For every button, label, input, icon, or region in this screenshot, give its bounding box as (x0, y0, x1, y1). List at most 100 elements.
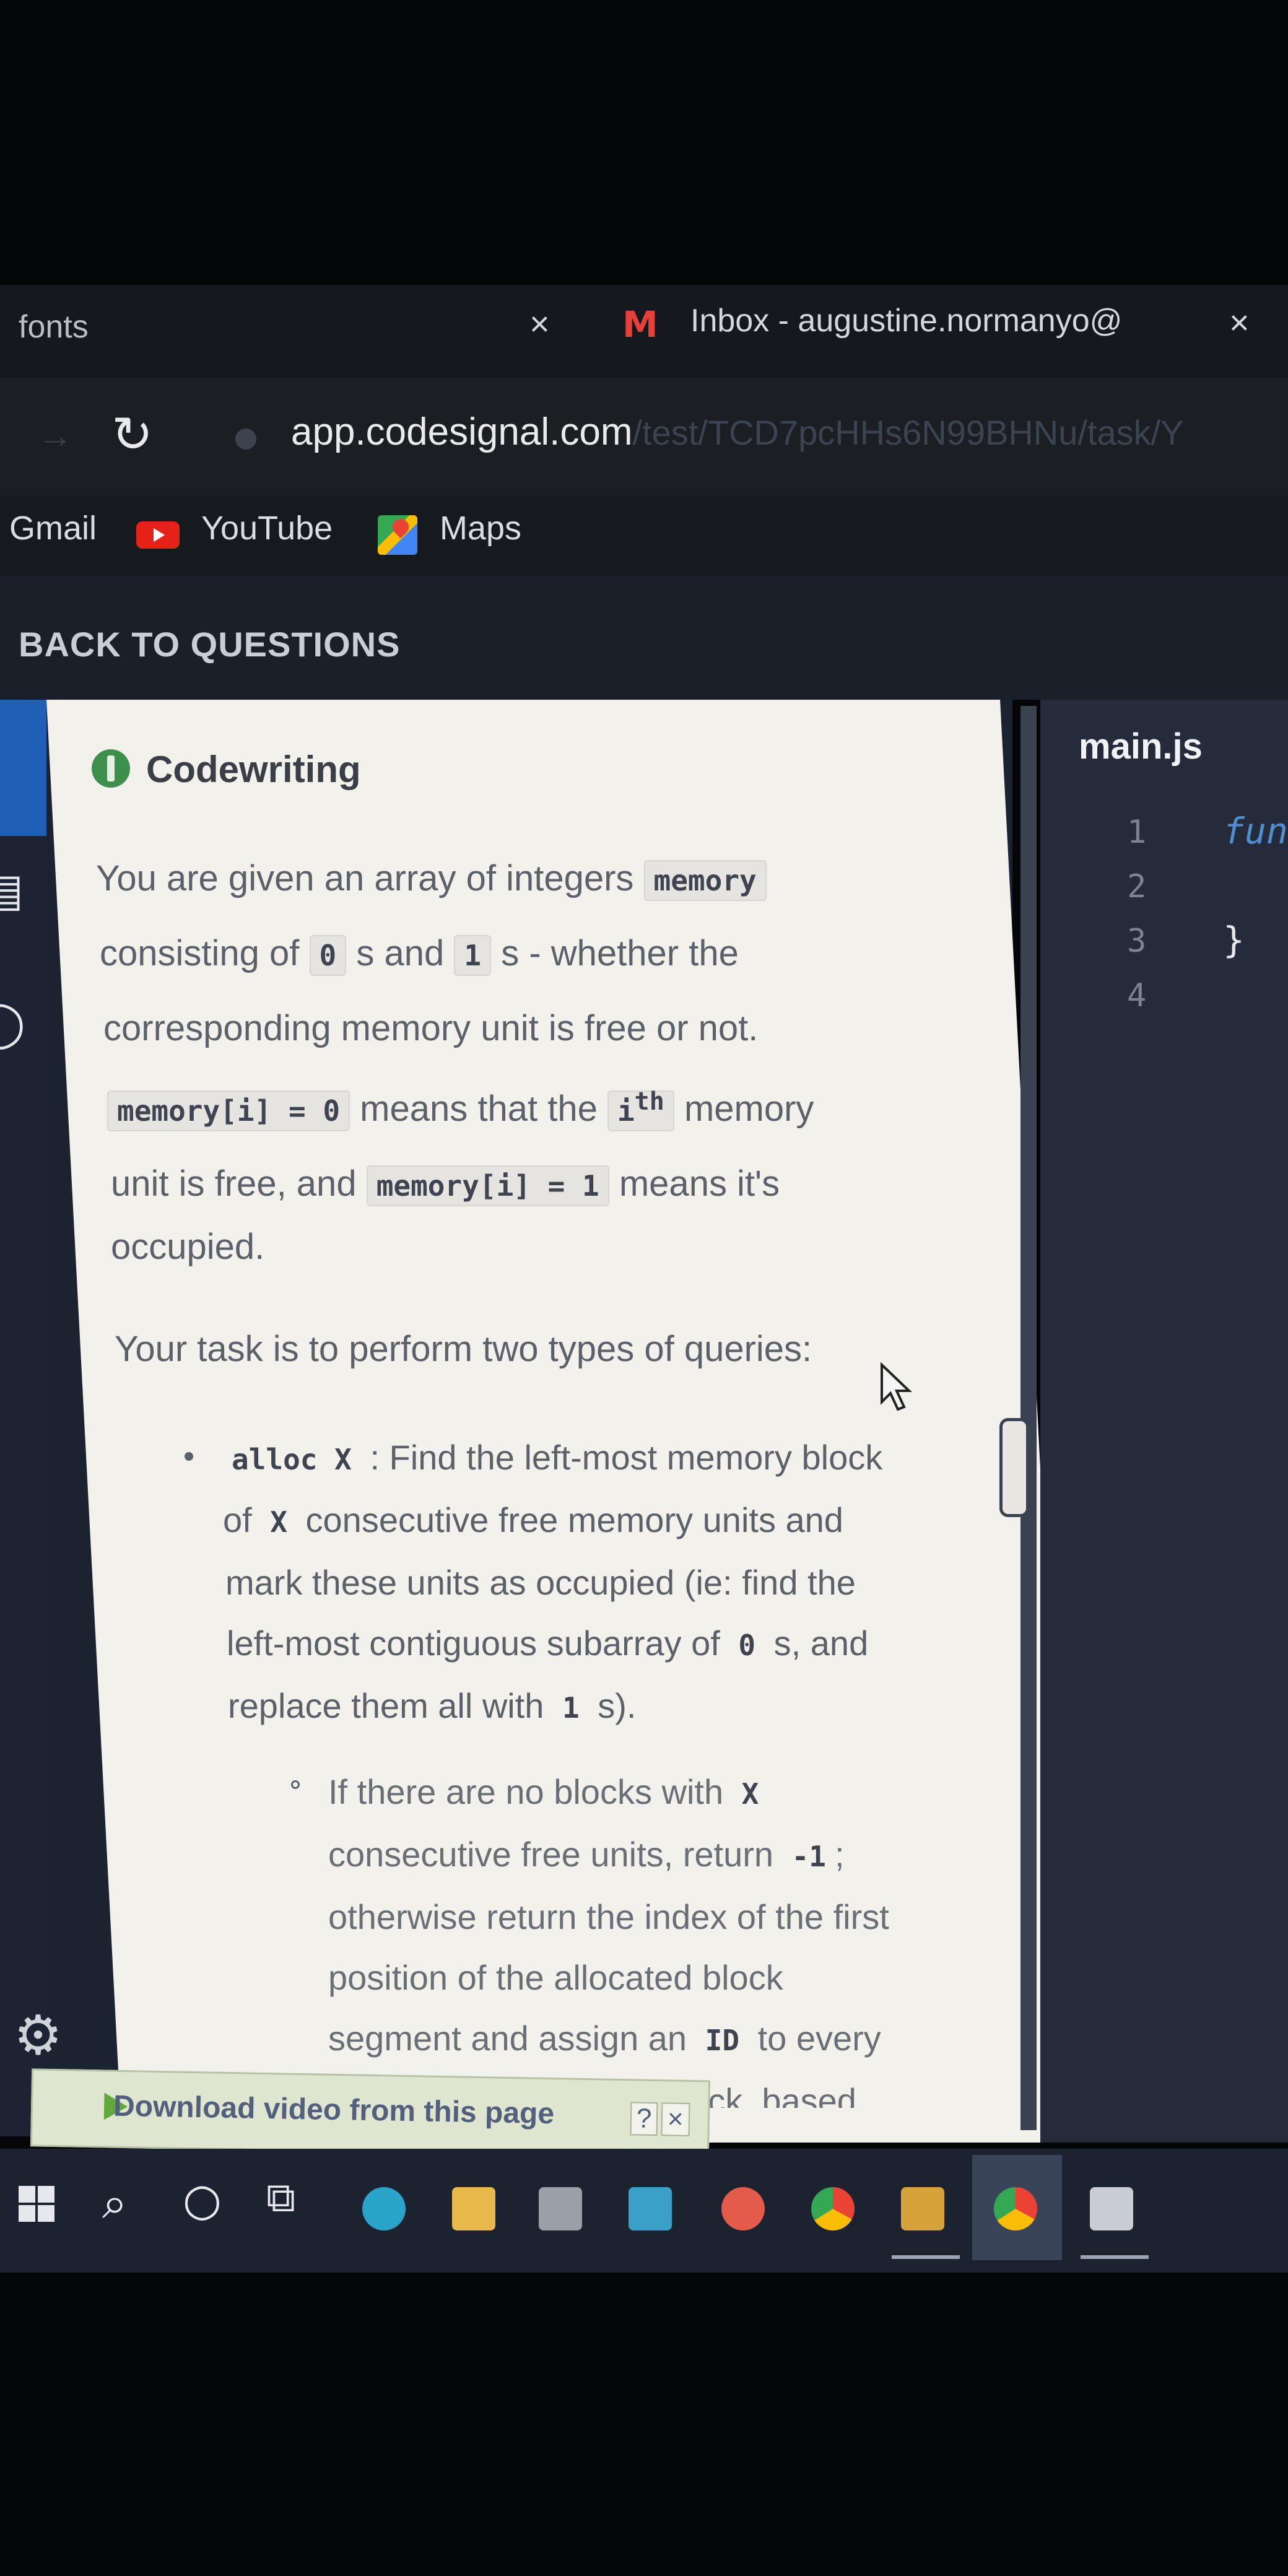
address-bar: → ↻ app.codesignal.com/test/TCD7pcHHs6N9… (0, 378, 1288, 495)
list-item-alloc: alloc X : Find the left-most memory bloc… (223, 1427, 985, 1738)
text: to every (757, 2019, 881, 2058)
youtube-icon (136, 521, 180, 549)
search-icon[interactable]: ⌕ (102, 2177, 127, 2230)
bookmark-gmail[interactable]: Gmail (9, 509, 97, 547)
download-help-button[interactable]: ? (630, 2102, 658, 2136)
code-minus-one: -1 (791, 1840, 826, 1873)
code-memory-i-zero: memory[i] = 0 (107, 1090, 350, 1131)
code-line: } (1223, 919, 1245, 961)
text: means that the (360, 1089, 598, 1129)
code-line: fun (1223, 810, 1288, 852)
code-x: X (741, 1777, 759, 1811)
code-memory-i-one: memory[i] = 1 (366, 1165, 609, 1206)
info-icon (92, 749, 130, 788)
app-icon[interactable] (721, 2187, 765, 2230)
windows-start-icon[interactable] (19, 2186, 56, 2223)
back-to-questions-button[interactable]: BACK TO QUESTIONS (19, 624, 400, 664)
rail-item-history-icon[interactable]: ◯ (0, 997, 25, 1049)
text: means it's (619, 1164, 780, 1204)
bookmark-youtube[interactable]: YouTube (201, 509, 333, 547)
text: replace them all with (228, 1686, 544, 1725)
site-info-icon[interactable] (235, 429, 256, 450)
chrome-icon-2[interactable] (994, 2187, 1037, 2230)
bookmark-maps[interactable]: Maps (440, 509, 521, 547)
text: corresponding memory unit is free or not… (103, 1008, 759, 1048)
task-paragraph-2: Your task is to perform two types of que… (115, 1329, 812, 1369)
text: mark these units as occupied (ie: find t… (225, 1563, 856, 1602)
bullet-icon (185, 1452, 193, 1461)
sublime-icon[interactable] (901, 2187, 944, 2230)
cortana-icon[interactable]: ○ (183, 2174, 222, 2226)
url-field[interactable]: app.codesignal.com/test/TCD7pcHHs6N99BHN… (291, 410, 1184, 454)
code-ith: ith (607, 1087, 674, 1131)
running-indicator (892, 2255, 960, 2259)
maps-icon (378, 515, 417, 555)
download-close-button[interactable]: × (661, 2102, 690, 2136)
tab-fonts-label[interactable]: fonts (19, 308, 89, 346)
sub-bullet-icon (291, 1780, 300, 1789)
tab-fonts-close-icon[interactable]: × (529, 303, 550, 344)
settings-gear-icon[interactable]: ⚙ (14, 2003, 63, 2067)
text: s - whether the (501, 933, 739, 973)
text: ; (834, 1835, 845, 1874)
text: s, and (773, 1624, 869, 1663)
text: otherwise return the index of the first (328, 1897, 889, 1936)
task-paragraph-1: You are given an array of integers memor… (96, 842, 963, 1272)
text: s). (598, 1686, 637, 1725)
rail-item-console-icon[interactable]: ▤ (0, 864, 24, 916)
text: left-most contiguous subarray of (227, 1624, 720, 1663)
line-number: 1 (1127, 814, 1147, 851)
code-lines[interactable]: fun } (1223, 804, 1288, 1022)
edge-icon[interactable] (362, 2187, 406, 2230)
url-host: app.codesignal.com (291, 411, 633, 453)
download-video-bar[interactable]: Download video from this page ? × (30, 2068, 711, 2159)
mail-icon[interactable] (629, 2187, 672, 2230)
url-path: /test/TCD7pcHHs6N99BHNu/task/Y (632, 413, 1184, 452)
text: If there are no blocks with (328, 1772, 724, 1811)
file-explorer-icon[interactable] (452, 2187, 495, 2230)
forward-icon[interactable]: → (37, 415, 73, 456)
store-icon[interactable] (539, 2187, 582, 2230)
gmail-icon: M (622, 303, 658, 346)
text: s and (356, 933, 445, 973)
text: You are given an array of integers (96, 858, 634, 899)
text: : Find the left-most memory block (370, 1438, 883, 1477)
text: consecutive free memory units and (305, 1500, 843, 1539)
text: segment and assign an (328, 2019, 687, 2058)
line-numbers: 1 2 3 4 (1127, 805, 1146, 1023)
code-alloc-x: alloc X (232, 1443, 352, 1476)
bookmarks-bar: Gmail YouTube Maps (0, 495, 1288, 576)
text: consisting of (100, 933, 300, 973)
download-video-label[interactable]: Download video from this page (113, 2089, 555, 2131)
app-header: BACK TO QUESTIONS (0, 576, 1288, 700)
task-view-icon[interactable]: ⧉ (266, 2174, 295, 2222)
code-id: ID (705, 2024, 740, 2057)
tab-inbox-label[interactable]: Inbox - augustine.normanyo@ (690, 302, 1122, 339)
code-zero: 0 (738, 1629, 756, 1662)
task-title: Codewriting (146, 749, 361, 790)
line-number: 3 (1127, 923, 1147, 960)
panel-scrollbar-thumb[interactable] (999, 1418, 1029, 1517)
mouse-cursor-icon (881, 1362, 912, 1411)
text: memory (684, 1089, 814, 1129)
code-zero: 0 (309, 935, 347, 976)
windows-taskbar: ⌕ ○ ⧉ (0, 2149, 1288, 2273)
text: unit is free, and (111, 1164, 357, 1204)
running-indicator (1081, 2255, 1149, 2259)
reload-icon[interactable]: ↻ (111, 406, 153, 463)
text: of (223, 1500, 252, 1539)
tab-inbox-close-icon[interactable]: × (1229, 302, 1250, 342)
tab-bar: fonts × M Inbox - augustine.normanyo@ × (0, 285, 1288, 378)
rail-item-task[interactable] (0, 700, 50, 836)
line-number: 2 (1127, 868, 1147, 905)
text: occupied. (111, 1227, 265, 1267)
code-one: 1 (562, 1691, 580, 1725)
sub-list-item-no-blocks: If there are no blocks with X consecutiv… (328, 1762, 985, 2108)
line-number: 4 (1127, 977, 1147, 1014)
notepad-icon[interactable] (1090, 2187, 1133, 2230)
code-one: 1 (454, 935, 492, 976)
chrome-icon[interactable] (811, 2187, 855, 2230)
file-tab-main-js[interactable]: main.js (1079, 726, 1203, 767)
